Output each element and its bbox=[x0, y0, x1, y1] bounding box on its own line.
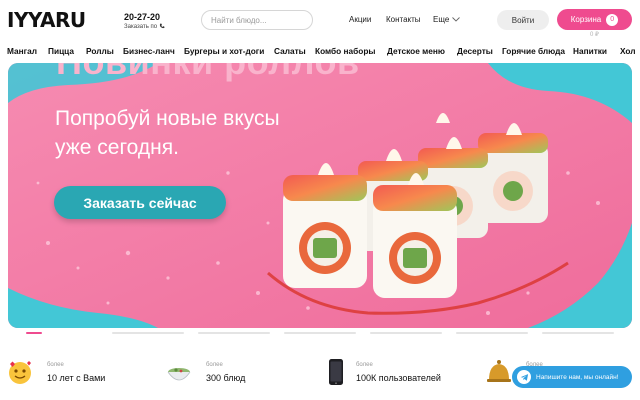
slider-dot[interactable] bbox=[542, 332, 614, 334]
telegram-icon bbox=[517, 370, 531, 384]
nav-link-promotions[interactable]: Акции bbox=[349, 15, 371, 24]
logo[interactable]: IYYARU bbox=[7, 8, 86, 32]
slider-dot[interactable] bbox=[198, 332, 270, 334]
phone-icon bbox=[159, 23, 165, 31]
stat-caption: более bbox=[356, 362, 373, 368]
phone-number[interactable]: 20-27-20 bbox=[124, 12, 160, 22]
slider-dot[interactable] bbox=[370, 332, 442, 334]
banner-heading: Новинки роллов bbox=[56, 63, 360, 83]
category-item[interactable]: Детское меню bbox=[387, 46, 445, 56]
banner-subtitle-line: Попробуй новые вкусы bbox=[55, 107, 280, 130]
banner-subtitle: Попробуй новые вкусы уже сегодня. bbox=[55, 104, 355, 162]
smartphone-icon bbox=[323, 358, 349, 386]
stat-value: 300 блюд bbox=[206, 373, 246, 383]
promo-banner[interactable]: Новинки роллов Попробуй новые вкусы уже … bbox=[8, 63, 632, 328]
category-item[interactable]: Напитки bbox=[573, 46, 607, 56]
login-button[interactable]: Войти bbox=[497, 10, 549, 30]
bowl-icon bbox=[166, 358, 192, 386]
slider-dot[interactable] bbox=[284, 332, 356, 334]
category-item[interactable]: Бизнес-ланч bbox=[123, 46, 175, 56]
slider-dot-active[interactable] bbox=[26, 332, 42, 334]
slider-dot[interactable] bbox=[456, 332, 528, 334]
stat-caption: более bbox=[47, 362, 64, 368]
stat-value: 100К пользователей bbox=[356, 373, 441, 383]
slider-pagination bbox=[26, 331, 616, 335]
category-item[interactable]: Бургеры и хот-доги bbox=[184, 46, 264, 56]
phone-caption: Заказать по bbox=[124, 23, 165, 31]
nav-link-contacts[interactable]: Контакты bbox=[386, 15, 421, 24]
category-item[interactable]: Горячие блюда bbox=[502, 46, 565, 56]
cart-button[interactable]: Корзина 0 bbox=[557, 9, 632, 30]
stat-value: 10 лет с Вами bbox=[47, 373, 106, 383]
order-now-button[interactable]: Заказать сейчас bbox=[54, 186, 226, 219]
category-item[interactable]: Роллы bbox=[86, 46, 114, 56]
cart-label: Корзина bbox=[570, 15, 602, 24]
chevron-down-icon bbox=[452, 15, 461, 24]
smiling-face-icon bbox=[7, 358, 33, 386]
category-item[interactable]: Пицца bbox=[48, 46, 74, 56]
more-menu-label: Еще bbox=[433, 15, 450, 24]
category-item[interactable]: Десерты bbox=[457, 46, 493, 56]
bell-icon bbox=[486, 358, 512, 386]
stat-caption: более bbox=[206, 362, 223, 368]
category-item[interactable]: Хол bbox=[620, 46, 636, 56]
cart-count-badge: 0 bbox=[606, 13, 619, 26]
cart-total: 0 ₽ bbox=[590, 32, 599, 38]
banner-subtitle-line: уже сегодня. bbox=[55, 136, 179, 159]
telegram-chat-button[interactable]: Напишите нам, мы онлайн! bbox=[512, 366, 632, 388]
telegram-chat-label: Напишите нам, мы онлайн! bbox=[536, 373, 619, 381]
category-item[interactable]: Салаты bbox=[274, 46, 306, 56]
site-header: IYYARU 20-27-20 Заказать по Акции Контак… bbox=[0, 0, 640, 40]
category-nav: Мангал Пицца Роллы Бизнес-ланч Бургеры и… bbox=[0, 44, 640, 60]
more-menu[interactable]: Еще bbox=[433, 15, 461, 24]
slider-dot[interactable] bbox=[112, 332, 184, 334]
phone-caption-text: Заказать по bbox=[124, 24, 158, 30]
search-input[interactable] bbox=[201, 10, 313, 30]
category-item[interactable]: Мангал bbox=[7, 46, 37, 56]
category-item[interactable]: Комбо наборы bbox=[315, 46, 376, 56]
